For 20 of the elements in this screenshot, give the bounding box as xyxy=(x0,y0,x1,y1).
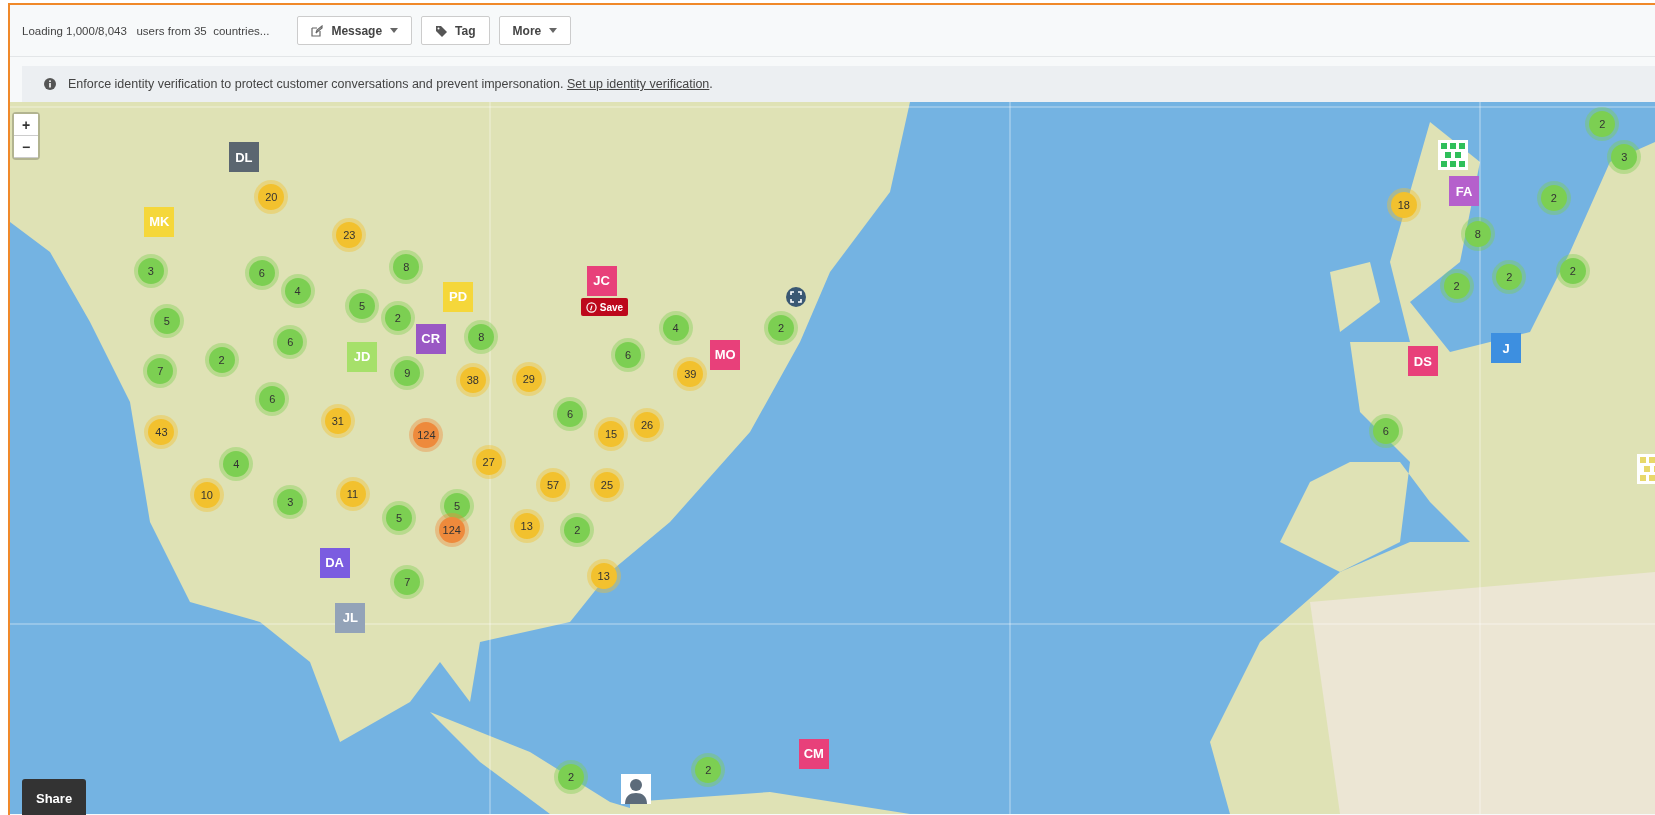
caret-icon xyxy=(549,28,558,33)
share-button[interactable]: Share xyxy=(22,779,87,815)
toolbar-button[interactable]: More xyxy=(498,16,572,45)
loading-status: Loading 1,000/8,043 users from 35 countries... xyxy=(22,24,270,37)
user-initials-avatar[interactable]: FA xyxy=(1448,176,1479,207)
pin-save-button[interactable]: Save xyxy=(580,298,629,317)
toolbar-button[interactable]: Tag xyxy=(421,16,490,45)
identity-verification-message: Enforce identity verification to protect customer conversations and prevent impersonation. Set up identity verification. xyxy=(68,77,713,91)
edit-icon xyxy=(311,24,324,37)
info-icon xyxy=(44,78,56,90)
locate-icon[interactable] xyxy=(785,286,806,307)
toolbar-button[interactable]: Message xyxy=(297,16,413,45)
caret-icon xyxy=(390,28,399,33)
user-initials-avatar[interactable]: MO xyxy=(710,339,741,370)
zoom-out-button[interactable]: − xyxy=(14,136,38,158)
zoom-in-button[interactable]: + xyxy=(14,114,38,136)
user-silhouette-icon[interactable] xyxy=(621,773,652,804)
tag-icon xyxy=(435,24,448,37)
user-initials-avatar[interactable]: DL xyxy=(228,142,259,173)
user-initials-avatar[interactable]: DS xyxy=(1407,346,1438,377)
